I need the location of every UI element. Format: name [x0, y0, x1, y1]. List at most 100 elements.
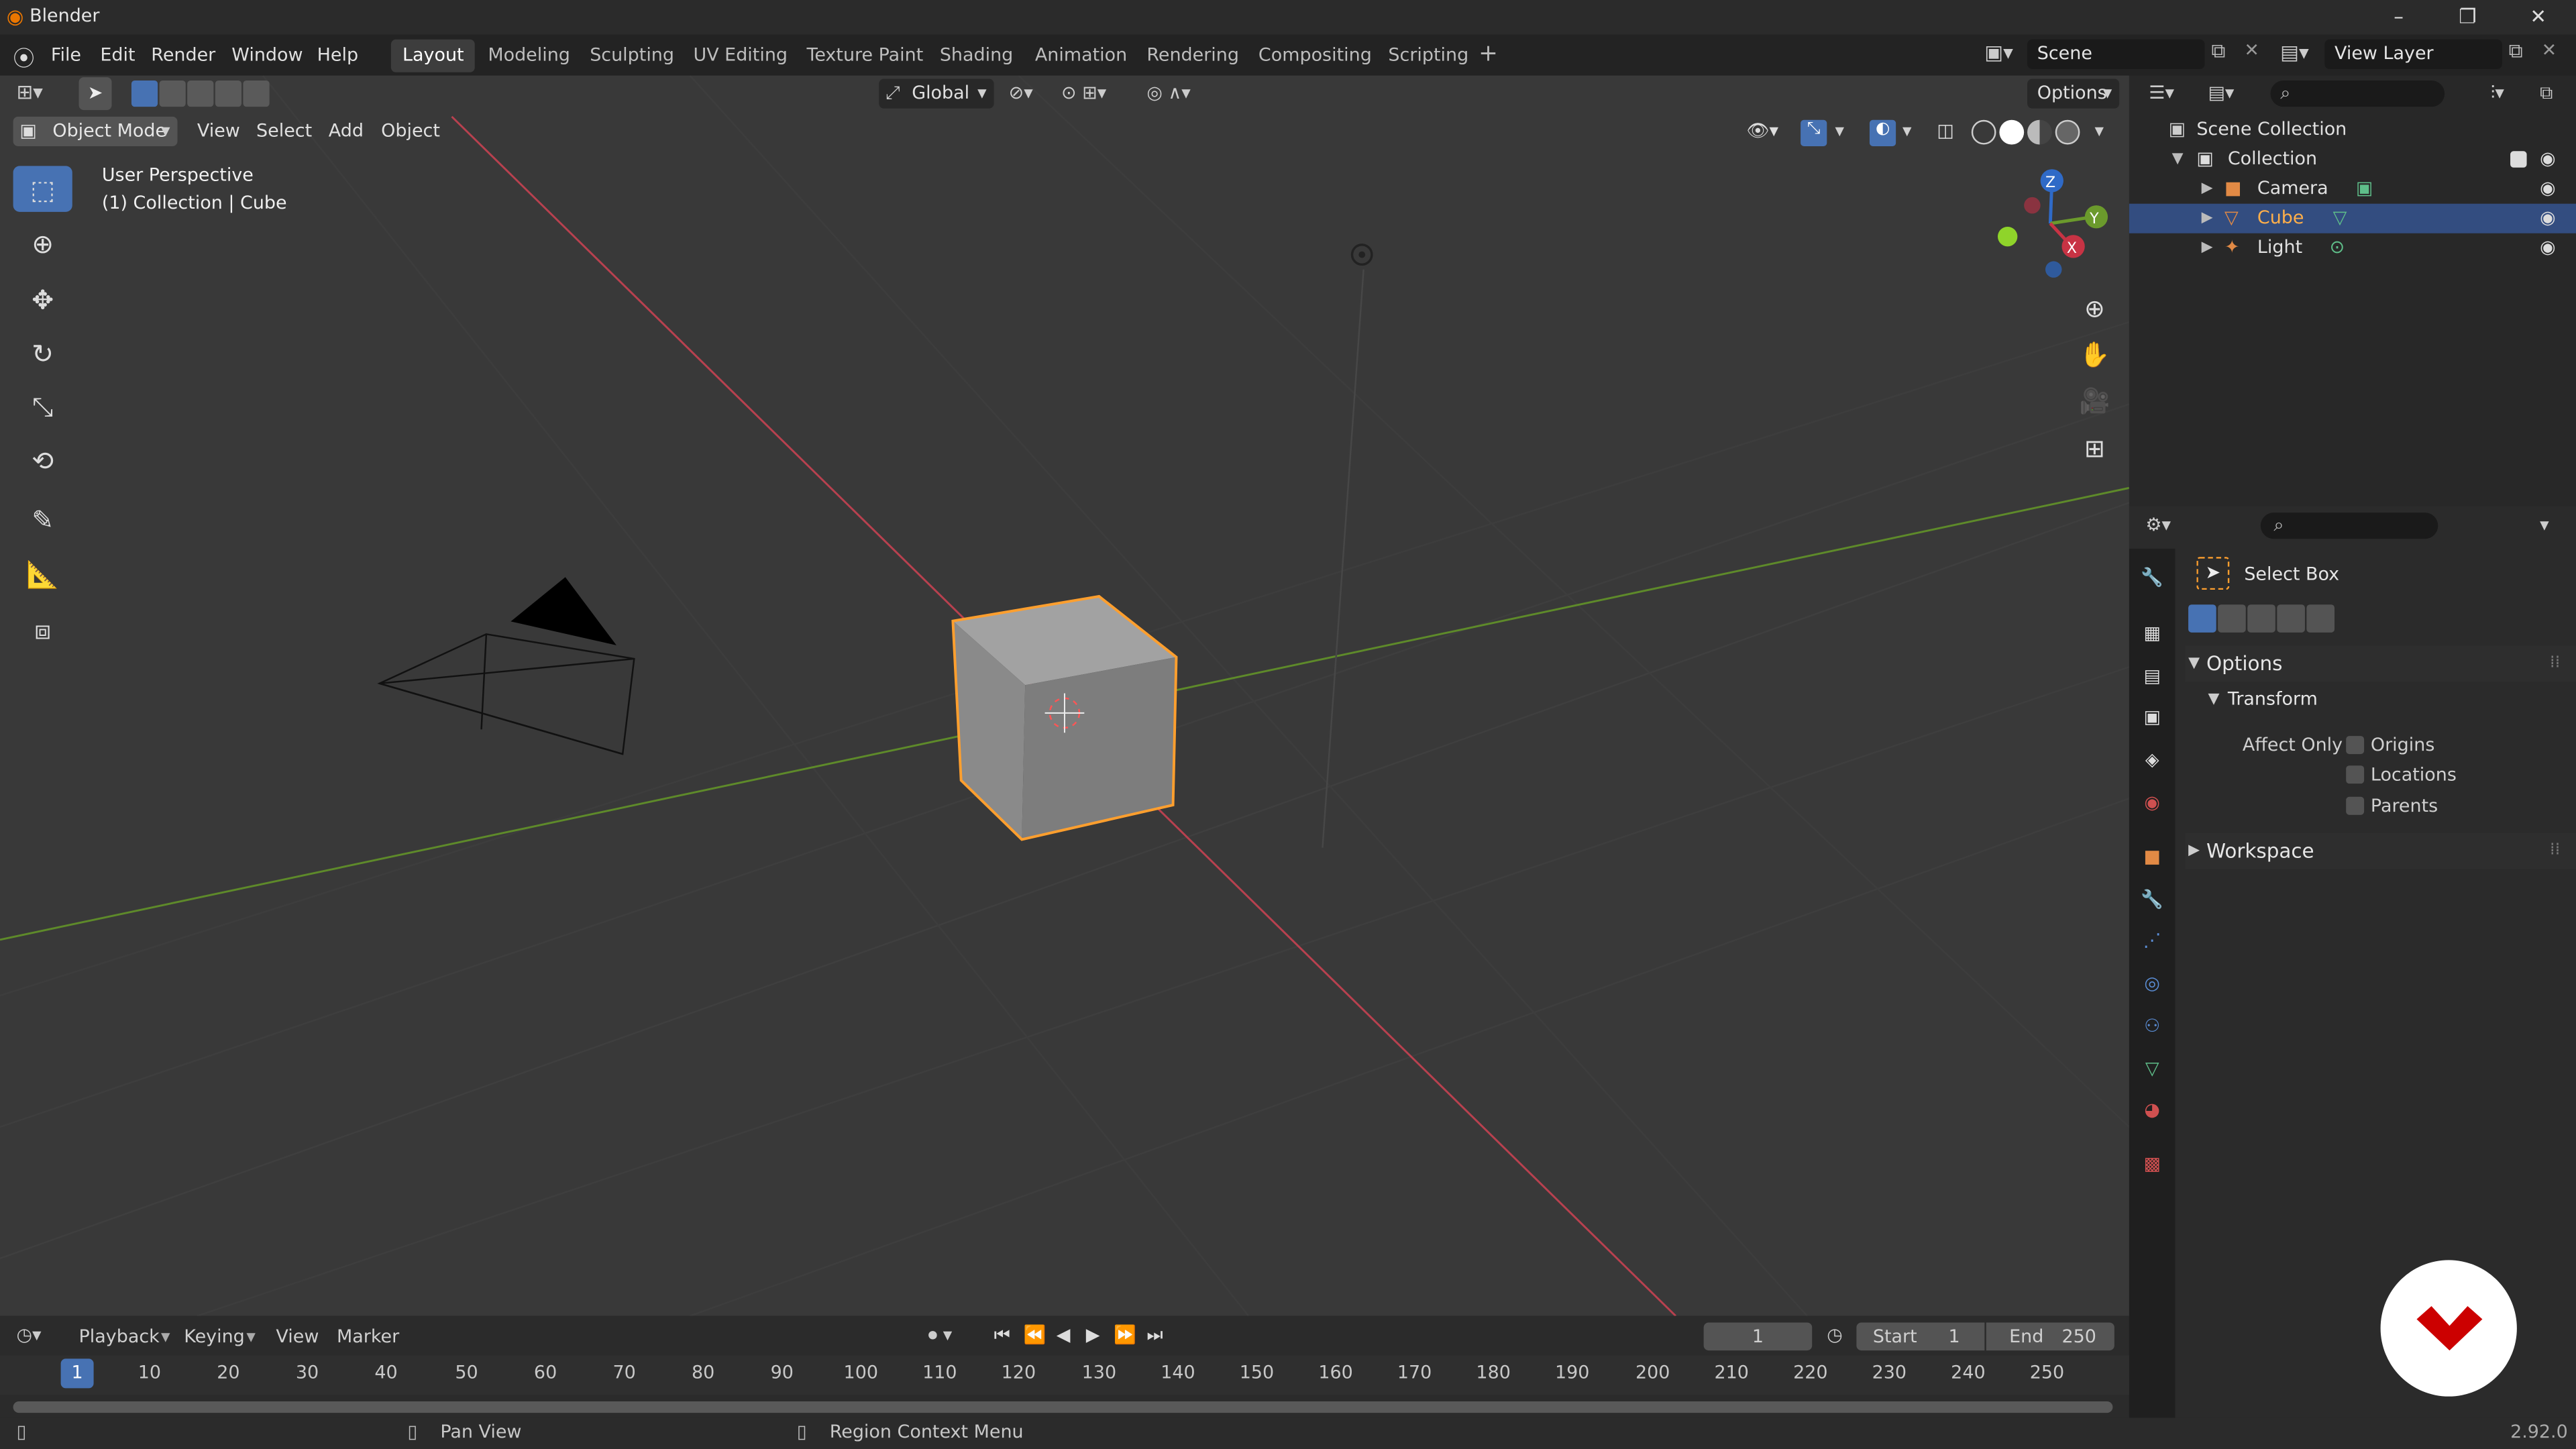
timeline-menu-keying[interactable]: Keying — [184, 1326, 244, 1347]
visibility-eye-icon[interactable]: ◉ — [2540, 233, 2556, 263]
timeline-menu-playback[interactable]: Playback — [79, 1326, 160, 1347]
select-box-tool[interactable]: ⬚ — [13, 166, 72, 212]
viewport-menu-object[interactable]: Object — [381, 115, 440, 148]
tab-rendering[interactable]: Rendering — [1135, 40, 1250, 72]
add-workspace-icon[interactable]: + — [1479, 41, 1498, 67]
gizmo-toggle-icon[interactable]: ⤡ — [1801, 119, 1827, 146]
select-tool-icon[interactable]: ➤ — [78, 77, 112, 111]
play-icon[interactable]: ▶ — [1086, 1324, 1100, 1346]
record-icon[interactable]: ⏺ ▾ — [928, 1324, 953, 1347]
filter-icon[interactable]: ⫶▾ — [2491, 82, 2504, 105]
pivot-icon[interactable]: ⊘▾ — [1009, 82, 1033, 103]
options-panel-header[interactable]: ▼ Options ⁞⁞ — [2185, 645, 2576, 682]
chevron-down-icon[interactable]: ▾ — [2094, 120, 2104, 142]
viewport-menu-select[interactable]: Select — [256, 115, 312, 148]
transform-tool[interactable]: ⟲ — [13, 437, 72, 483]
mode-subtract-icon[interactable] — [2247, 604, 2275, 633]
timeline-menu-marker[interactable]: Marker — [337, 1326, 399, 1347]
mode-invert-icon[interactable] — [215, 80, 242, 107]
view-layer-tab-icon[interactable]: ▣ — [2139, 705, 2165, 731]
mode-subtract-icon[interactable] — [187, 80, 214, 107]
constraints-tab-icon[interactable]: ⚇ — [2139, 1014, 2165, 1040]
physics-tab-icon[interactable]: ◎ — [2139, 971, 2165, 997]
current-frame-field[interactable]: 1 — [1703, 1322, 1813, 1351]
expand-arrow-icon[interactable]: ▶ — [2202, 174, 2213, 204]
options-dropdown[interactable]: Options ▾ — [2027, 78, 2120, 109]
measure-tool[interactable]: 📐 — [13, 550, 72, 596]
scene-field[interactable]: Scene — [2027, 39, 2205, 69]
blender-menu-icon[interactable]: ⦿ — [13, 41, 35, 72]
remove-scene-icon[interactable]: ✕ — [2244, 40, 2259, 61]
chevron-down-icon[interactable]: ▾ — [1835, 120, 1845, 142]
tab-animation[interactable]: Animation — [1024, 40, 1139, 72]
mode-intersect-icon[interactable] — [2306, 604, 2335, 633]
menu-render[interactable]: Render — [151, 44, 215, 66]
next-keyframe-icon[interactable]: ⏩ — [1114, 1324, 1136, 1346]
new-scene-icon[interactable]: ⧉ — [2211, 40, 2225, 64]
visibility-eye-icon[interactable]: ◉ — [2540, 174, 2556, 204]
rotate-tool[interactable]: ↻ — [13, 330, 72, 376]
expand-arrow-icon[interactable]: ▼ — [2172, 145, 2184, 174]
tab-scripting[interactable]: Scripting — [1377, 40, 1480, 72]
render-tab-icon[interactable]: ▦ — [2139, 621, 2165, 647]
cursor-tool[interactable]: ⊕ — [13, 220, 72, 266]
new-collection-icon[interactable]: ⧉ — [2540, 82, 2553, 105]
mode-intersect-icon[interactable] — [243, 80, 270, 107]
3d-viewport[interactable]: ▣ Object Mode ▾ View Select Add Object ⊞… — [0, 75, 2129, 1316]
expand-arrow-icon[interactable]: ▶ — [2202, 233, 2213, 263]
start-frame-field[interactable]: Start 1 — [1856, 1322, 1985, 1351]
tool-tab-icon[interactable]: 🔧 — [2139, 565, 2165, 591]
remove-view-layer-icon[interactable]: ✕ — [2542, 40, 2557, 61]
timeline-scrollbar[interactable] — [13, 1401, 2113, 1413]
timeline-editor-icon[interactable]: ◷▾ — [16, 1324, 41, 1346]
end-frame-field[interactable]: End 250 — [1986, 1322, 2114, 1351]
move-tool[interactable]: ✥ — [13, 276, 72, 322]
display-mode-icon[interactable]: ▤▾ — [2208, 82, 2234, 103]
origins-checkbox[interactable] — [2346, 736, 2365, 755]
mode-set-icon[interactable] — [131, 80, 158, 107]
tab-uv-editing[interactable]: UV Editing — [682, 40, 799, 72]
timeline-menu-view[interactable]: View — [276, 1326, 319, 1347]
drag-handle-icon[interactable]: ⁞⁞ — [2550, 833, 2561, 869]
output-tab-icon[interactable]: ▤ — [2139, 663, 2165, 690]
viewport-menu-add[interactable]: Add — [329, 115, 364, 148]
tab-modeling[interactable]: Modeling — [476, 40, 582, 72]
overlays-toggle-icon[interactable]: ◐ — [1869, 119, 1896, 146]
outliner-row-cube[interactable]: ▶ ▽ Cube ▽ ◉ — [2129, 203, 2576, 233]
chevron-down-icon[interactable]: ▾ — [1902, 120, 1912, 142]
outliner-row-light[interactable]: ▶ ✦ Light ⊙ ◉ — [2129, 233, 2576, 263]
modifier-tab-icon[interactable]: 🔧 — [2139, 887, 2165, 913]
outliner-row-camera[interactable]: ▶ ■ Camera ▣ ◉ — [2129, 174, 2576, 204]
world-tab-icon[interactable]: ◉ — [2139, 790, 2165, 816]
visibility-eye-icon[interactable]: ◉ — [2540, 145, 2556, 174]
maximize-button[interactable]: ❐ — [2449, 3, 2485, 30]
chevron-down-icon[interactable]: ▾ — [2540, 515, 2549, 536]
snap-icon[interactable]: ⊙ ⊞▾ — [1061, 82, 1106, 103]
mode-selector[interactable]: ▣ Object Mode ▾ — [13, 116, 178, 146]
tab-layout[interactable]: Layout — [390, 39, 476, 72]
mode-extend-icon[interactable] — [159, 80, 186, 107]
camera-view-icon[interactable]: 🎥 — [2074, 381, 2116, 421]
scene-tab-icon[interactable]: ◈ — [2139, 747, 2165, 773]
outliner-editor-icon[interactable]: ☰▾ — [2149, 82, 2174, 103]
exclude-checkbox[interactable] — [2510, 151, 2527, 168]
proportional-edit-icon[interactable]: ◎ ∧▾ — [1146, 82, 1190, 103]
jump-end-icon[interactable]: ⏭ — [1146, 1324, 1163, 1347]
tab-sculpting[interactable]: Sculpting — [578, 40, 686, 72]
frame-ruler[interactable]: 1 10 20 30 40 50 60 70 80 90 100 110 120… — [0, 1355, 2129, 1395]
play-reverse-icon[interactable]: ◀ — [1057, 1324, 1071, 1346]
mode-extend-icon[interactable] — [2218, 604, 2246, 633]
light-data-icon[interactable]: ⊙ — [2330, 233, 2345, 263]
zoom-icon[interactable]: ⊕ — [2074, 289, 2116, 329]
add-cube-tool[interactable]: ⧈ — [13, 608, 72, 654]
tab-texture-paint[interactable]: Texture Paint — [795, 40, 934, 72]
drag-handle-icon[interactable]: ⁞⁞ — [2550, 645, 2561, 682]
mode-invert-icon[interactable] — [2277, 604, 2305, 633]
viewport-menu-view[interactable]: View — [197, 115, 240, 148]
menu-help[interactable]: Help — [317, 44, 358, 66]
particles-tab-icon[interactable]: ⋰ — [2139, 928, 2165, 955]
preview-range-icon[interactable]: ◷ — [1827, 1324, 1843, 1346]
close-button[interactable]: ✕ — [2520, 3, 2557, 30]
annotate-tool[interactable]: ✎ — [13, 496, 72, 543]
mode-set-icon[interactable] — [2188, 604, 2216, 633]
